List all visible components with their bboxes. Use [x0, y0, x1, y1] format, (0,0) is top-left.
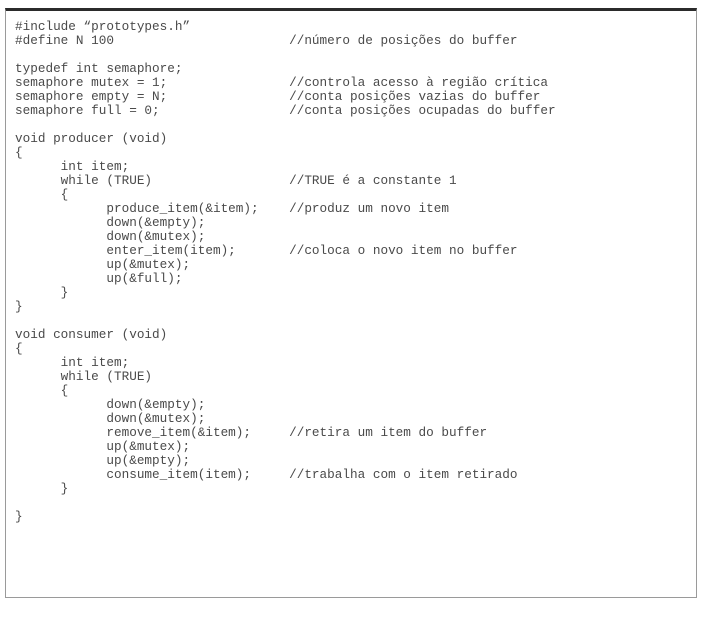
- page-root: #include “prototypes.h” #define N 100 //n…: [0, 0, 704, 618]
- code-line: int item;: [15, 355, 130, 370]
- code-line: {: [15, 341, 23, 356]
- code-line: consume_item(item); //trabalha com o ite…: [15, 467, 518, 482]
- code-line: {: [15, 187, 69, 202]
- code-line: produce_item(&item); //produz um novo it…: [15, 201, 449, 216]
- code-line: {: [15, 383, 69, 398]
- code-line: #include “prototypes.h”: [15, 19, 191, 34]
- code-line: enter_item(item); //coloca o novo item n…: [15, 243, 518, 258]
- code-line: while (TRUE) //TRUE é a constante 1: [15, 173, 457, 188]
- code-line: int item;: [15, 159, 130, 174]
- code-line: while (TRUE): [15, 369, 153, 384]
- code-line: typedef int semaphore;: [15, 61, 183, 76]
- code-line: up(&full);: [15, 271, 183, 286]
- code-line: up(&mutex);: [15, 439, 191, 454]
- code-line: up(&mutex);: [15, 257, 191, 272]
- code-line: void consumer (void): [15, 327, 168, 342]
- code-line: semaphore full = 0; //conta posições ocu…: [15, 103, 556, 118]
- code-line: {: [15, 145, 23, 160]
- code-line: semaphore mutex = 1; //controla acesso à…: [15, 75, 548, 90]
- code-line: down(&empty);: [15, 397, 206, 412]
- code-line: }: [15, 481, 69, 496]
- code-line: down(&mutex);: [15, 229, 206, 244]
- code-line: up(&empty);: [15, 453, 191, 468]
- code-line: }: [15, 509, 23, 524]
- code-line: remove_item(&item); //retira um item do …: [15, 425, 488, 440]
- code-line: semaphore empty = N; //conta posições va…: [15, 89, 541, 104]
- code-line: down(&empty);: [15, 215, 206, 230]
- code-listing-box: #include “prototypes.h” #define N 100 //n…: [5, 8, 697, 598]
- source-code-block: #include “prototypes.h” #define N 100 //n…: [15, 20, 556, 524]
- code-line: void producer (void): [15, 131, 168, 146]
- code-line: #define N 100 //número de posições do bu…: [15, 33, 518, 48]
- code-line: }: [15, 285, 69, 300]
- code-line: down(&mutex);: [15, 411, 206, 426]
- code-line: }: [15, 299, 23, 314]
